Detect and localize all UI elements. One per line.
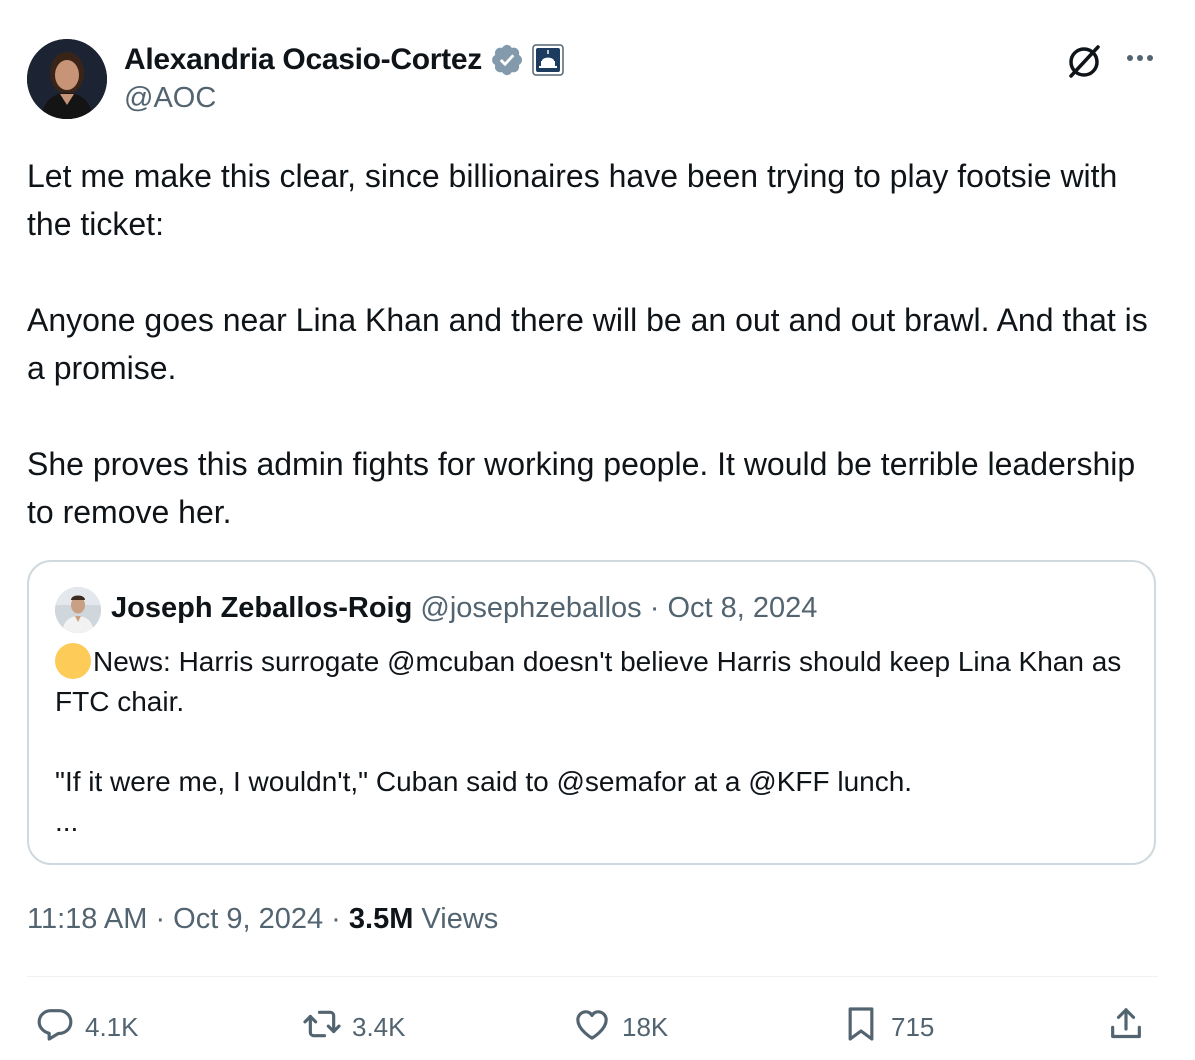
quoted-separator: · (641, 592, 668, 624)
quoted-tweet-text: News: Harris surrogate @mcuban doesn't b… (55, 642, 1135, 842)
author-display-name[interactable]: Alexandria Ocasio-Cortez (124, 43, 482, 77)
tweet-meta: 11:18 AM · Oct 9, 2024 · 3.5M Views (27, 903, 498, 936)
tweet-date[interactable]: Oct 9, 2024 (173, 903, 323, 935)
quoted-date[interactable]: Oct 8, 2024 (667, 592, 817, 624)
views-count[interactable]: 3.5M (349, 903, 413, 935)
quoted-author-handle[interactable]: @josephzeballos (420, 592, 641, 624)
quoted-author-name[interactable]: Joseph Zeballos-Roig (111, 592, 412, 624)
quoted-tweet-header: Joseph Zeballos-Roig @josephzeballos · O… (111, 592, 817, 625)
heart-icon (572, 1004, 612, 1051)
reply-count: 4.1K (85, 1011, 139, 1042)
author-handle[interactable]: @AOC (124, 82, 216, 115)
tweet-paragraph: Anyone goes near Lina Khan and there wil… (27, 302, 1148, 386)
reply-button[interactable]: 4.1K (35, 1005, 139, 1049)
meta-separator: · (147, 903, 174, 935)
retweet-button[interactable]: 3.4K (302, 1005, 406, 1049)
like-button[interactable]: 18K (572, 1005, 668, 1049)
tweet-time[interactable]: 11:18 AM (27, 903, 147, 935)
quoted-line-2: "If it were me, I wouldn't," Cuban said … (55, 766, 913, 797)
quoted-tweet-card[interactable]: Joseph Zeballos-Roig @josephzeballos · O… (27, 560, 1156, 865)
bookmark-count: 715 (891, 1011, 935, 1042)
author-avatar[interactable] (27, 39, 107, 119)
reply-icon (35, 1004, 75, 1051)
meta-separator: · (323, 903, 349, 935)
tweet-paragraph: Let me make this clear, since billionair… (27, 158, 1118, 242)
retweet-count: 3.4K (352, 1011, 406, 1042)
quoted-author-avatar (55, 587, 101, 633)
author-name-row: Alexandria Ocasio-Cortez (124, 40, 564, 80)
quoted-line-1: News: Harris surrogate @mcuban doesn't b… (55, 646, 1122, 717)
quoted-paragraph: News: Harris surrogate @mcuban doesn't b… (55, 642, 1135, 722)
like-count: 18K (622, 1011, 669, 1042)
government-affiliation-icon[interactable] (532, 44, 564, 76)
tweet-text: Let me make this clear, since billionair… (27, 152, 1167, 536)
share-icon (1106, 1004, 1146, 1051)
bookmark-icon (841, 1004, 881, 1051)
share-button[interactable] (1106, 1005, 1146, 1049)
verified-badge-icon[interactable] (490, 43, 524, 77)
yellow-circle-emoji-icon (55, 643, 91, 679)
tweet: Alexandria Ocasio-Cortez @AOC Let me mak… (0, 0, 1195, 1060)
views-label: Views (413, 903, 499, 935)
bookmark-button[interactable]: 715 (841, 1005, 934, 1049)
more-icon[interactable] (1122, 46, 1158, 70)
quoted-ellipsis: ... (55, 806, 79, 837)
retweet-icon (302, 1004, 342, 1051)
tweet-paragraph: She proves this admin fights for working… (27, 446, 1136, 530)
grok-icon[interactable] (1064, 42, 1104, 82)
divider (27, 976, 1158, 977)
